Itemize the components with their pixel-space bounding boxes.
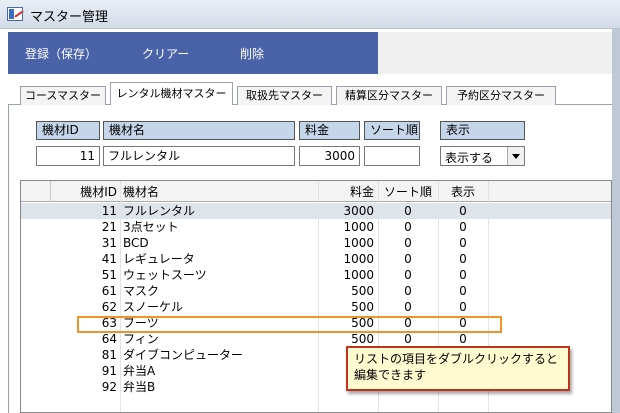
chevron-down-icon[interactable] xyxy=(507,147,524,165)
cell-display: 0 xyxy=(459,268,467,282)
column-header-name[interactable]: 機材名 xyxy=(123,184,313,200)
cell-name: フルレンタル xyxy=(123,204,196,218)
cell-display: 0 xyxy=(459,252,467,266)
cell-display: 0 xyxy=(459,204,467,218)
cell-display: 0 xyxy=(459,236,467,250)
toolbar-spacer xyxy=(378,32,612,74)
cell-id: 62 xyxy=(101,300,117,314)
tab-rental-equipment-master[interactable]: レンタル機材マスター xyxy=(110,82,233,105)
table-row[interactable]: 41 レギュレータ 1000 0 0 xyxy=(21,251,611,267)
cell-name: 3点セット xyxy=(123,220,179,234)
cell-name: 弁当A xyxy=(123,364,156,378)
cell-sort-order: 0 xyxy=(404,252,412,266)
tab-reservation-category-master[interactable]: 予約区分マスター xyxy=(446,86,556,105)
cell-id: 41 xyxy=(101,252,117,266)
equipment-id-label: 機材ID xyxy=(36,121,100,140)
cell-id: 61 xyxy=(101,284,117,298)
cell-sort-order: 0 xyxy=(404,332,412,346)
cell-sort-order: 0 xyxy=(404,268,412,282)
cell-display: 0 xyxy=(459,220,467,234)
display-label: 表示 xyxy=(440,121,525,140)
table-row[interactable]: 21 3点セット 1000 0 0 xyxy=(21,219,611,235)
cell-name: ウェットスーツ xyxy=(123,268,207,282)
display-select[interactable]: 表示する xyxy=(440,146,525,166)
equipment-id-field[interactable]: 11 xyxy=(36,146,100,166)
cell-sort-order: 0 xyxy=(404,284,412,298)
cell-sort-order: 0 xyxy=(404,220,412,234)
cell-price: 3000 xyxy=(343,204,374,218)
clear-button[interactable]: クリアー xyxy=(142,45,189,62)
cell-price: 1000 xyxy=(343,252,374,266)
cell-id: 91 xyxy=(101,364,117,378)
cell-sort-order: 0 xyxy=(404,236,412,250)
equipment-name-label: 機材名 xyxy=(103,121,295,140)
table-row[interactable]: 62 スノーケル 500 0 0 xyxy=(21,299,611,315)
cell-display: 0 xyxy=(459,284,467,298)
cell-price: 500 xyxy=(351,300,374,314)
cell-name: BCD xyxy=(123,236,149,250)
cell-id: 64 xyxy=(101,332,117,346)
cell-price: 1000 xyxy=(343,220,374,234)
cell-name: 弁当B xyxy=(123,380,156,394)
sort-order-label: ソート順 xyxy=(364,121,420,140)
tab-dealer-master[interactable]: 取扱先マスター xyxy=(237,86,332,105)
column-header-price[interactable]: 料金 xyxy=(319,184,374,200)
cell-name: フィン xyxy=(123,332,159,346)
cell-name: スノーケル xyxy=(123,300,184,314)
cell-id: 11 xyxy=(101,204,117,218)
cell-id: 21 xyxy=(101,220,117,234)
title-bar: マスター管理 xyxy=(0,0,620,29)
cell-price: 500 xyxy=(351,284,374,298)
sort-order-field[interactable] xyxy=(364,146,420,166)
table-row[interactable]: 11 フルレンタル 3000 0 0 xyxy=(21,203,611,219)
table-row[interactable]: 61 マスク 500 0 0 xyxy=(21,283,611,299)
cell-price: 500 xyxy=(351,332,374,346)
save-button[interactable]: 登録（保存） xyxy=(25,45,97,62)
display-select-value: 表示する xyxy=(445,151,494,165)
app-icon xyxy=(7,7,23,21)
column-header-display[interactable]: 表示 xyxy=(439,184,487,200)
cell-price: 1000 xyxy=(343,268,374,282)
cell-id: 92 xyxy=(101,380,117,394)
table-row[interactable]: 51 ウェットスーツ 1000 0 0 xyxy=(21,267,611,283)
cell-id: 31 xyxy=(101,236,117,250)
column-header-id[interactable]: 機材ID xyxy=(51,184,117,200)
price-label: 料金 xyxy=(299,121,360,140)
equipment-name-field[interactable]: フルレンタル xyxy=(103,146,295,166)
callout-note: リストの項目をダブルクリックすると編集できます xyxy=(346,346,570,391)
cell-name: マスク xyxy=(123,284,160,298)
table-row[interactable]: 64 フィン 500 0 0 xyxy=(21,331,611,347)
cell-sort-order: 0 xyxy=(404,300,412,314)
cell-id: 81 xyxy=(101,348,117,362)
table-row[interactable]: 31 BCD 1000 0 0 xyxy=(21,235,611,251)
tab-settlement-category-master[interactable]: 精算区分マスター xyxy=(336,86,442,105)
cell-display: 0 xyxy=(459,332,467,346)
price-field[interactable]: 3000 xyxy=(299,146,360,166)
column-header-sort-order[interactable]: ソート順 xyxy=(379,184,437,200)
cell-name: ダイブコンピューター xyxy=(123,348,244,362)
cell-name: レギュレータ xyxy=(123,252,195,266)
delete-button[interactable]: 削除 xyxy=(240,45,264,62)
cell-sort-order: 0 xyxy=(404,204,412,218)
highlight-box xyxy=(77,316,502,333)
tab-course-master[interactable]: コースマスター xyxy=(20,86,106,105)
cell-id: 51 xyxy=(101,268,117,282)
window-frame-right xyxy=(612,29,620,413)
toolbar: 登録（保存） クリアー 削除 xyxy=(8,32,378,74)
cell-price: 1000 xyxy=(343,236,374,250)
window-title: マスター管理 xyxy=(30,10,109,25)
cell-display: 0 xyxy=(459,300,467,314)
